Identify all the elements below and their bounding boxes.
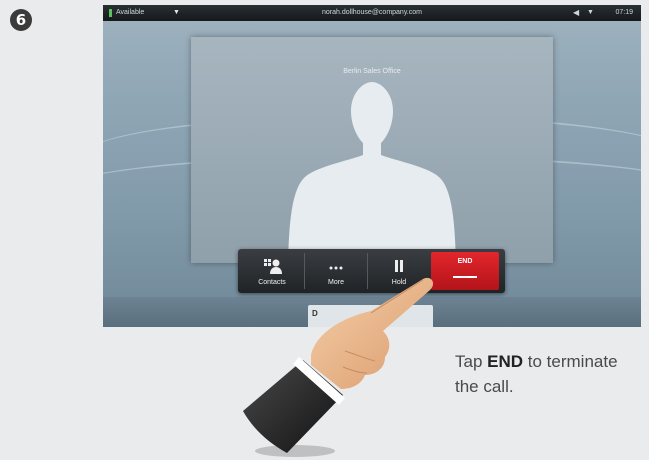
instruction-text: Tap END to terminate the call. — [455, 349, 625, 399]
step-number-badge: 6 — [10, 9, 32, 31]
end-underline — [453, 276, 477, 278]
instruction-keyword: END — [487, 352, 524, 371]
status-bar: Available ▼ norah.dollhouse@company.com … — [103, 5, 641, 21]
remote-video-placeholder: Berlin Sales Office — [191, 37, 553, 263]
pointing-hand-icon — [243, 277, 434, 457]
volume-icon[interactable]: ◀ — [573, 5, 579, 21]
end-call-button[interactable]: END — [431, 252, 499, 290]
end-label: END — [457, 258, 473, 265]
volume-chevron-icon[interactable]: ▼ — [587, 5, 594, 21]
person-silhouette-icon — [288, 82, 456, 263]
user-address: norah.dollhouse@company.com — [322, 9, 422, 16]
instruction-prefix: Tap — [455, 352, 488, 371]
clock: 07:19 — [615, 9, 633, 16]
